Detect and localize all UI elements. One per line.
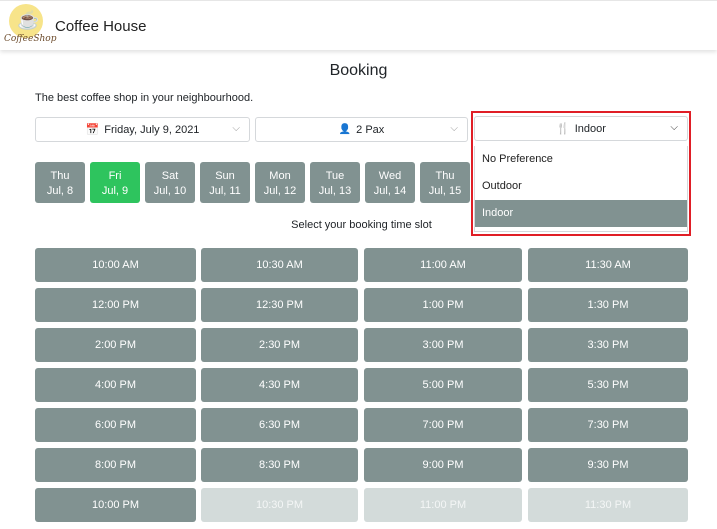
day-button[interactable]: Fri Jul, 9 [90,162,140,203]
time-slot-button[interactable]: 7:00 PM [364,408,522,442]
day-button[interactable]: Tue Jul, 13 [310,162,360,203]
time-slot-button[interactable]: 6:30 PM [201,408,358,442]
chevron-down-icon: ⌵ [450,123,458,134]
time-slot-button[interactable]: 12:30 PM [201,288,358,322]
pax-select[interactable]: 👤 2 Pax ⌵ [255,117,468,142]
coffee-shop-logo[interactable]: ☕ CoffeeShop [4,4,56,48]
day-date: Jul, 14 [373,185,407,197]
highlight-box [471,111,691,236]
day-name: Fri [108,170,122,182]
day-button[interactable]: Thu Jul, 8 [35,162,85,203]
pax-value: 2 Pax [356,123,385,136]
day-button[interactable]: Mon Jul, 12 [255,162,305,203]
timeslot-prompt: Select your booking time slot [291,219,432,231]
day-date: Jul, 10 [153,185,187,197]
day-name: Wed [378,170,402,182]
time-slot-button[interactable]: 10:00 AM [35,248,196,282]
brand-name[interactable]: Coffee House [55,18,146,35]
time-slot-button[interactable]: 3:30 PM [528,328,688,362]
date-select[interactable]: 📅 Friday, July 9, 2021 ⌵ [35,117,250,142]
page-title: Booking [329,62,388,79]
time-slot-button[interactable]: 6:00 PM [35,408,196,442]
time-slot-button[interactable]: 2:00 PM [35,328,196,362]
time-slot-button[interactable]: 10:30 AM [201,248,358,282]
time-slot-button[interactable]: 4:00 PM [35,368,196,402]
time-slot-button[interactable]: 11:30 AM [528,248,688,282]
day-date: Jul, 12 [263,185,297,197]
day-name: Thu [435,170,455,182]
day-date: Jul, 13 [318,185,352,197]
day-button[interactable]: Wed Jul, 14 [365,162,415,203]
day-name: Sat [161,170,179,182]
user-icon: 👤 [338,124,352,135]
time-slot-button[interactable]: 8:00 PM [35,448,196,482]
day-date: Jul, 15 [428,185,462,197]
tagline: The best coffee shop in your neighbourho… [35,92,254,104]
calendar-icon: 📅 [85,124,100,136]
time-slot-button: 11:30 PM [528,488,688,522]
time-slot-button[interactable]: 10:00 PM [35,488,196,522]
logo-text: CoffeeShop [4,34,57,44]
time-slot-button[interactable]: 11:00 AM [364,248,522,282]
day-name: Mon [269,170,291,182]
day-name: Sun [215,170,235,182]
time-slot-button[interactable]: 4:30 PM [201,368,358,402]
day-date: Jul, 8 [46,185,74,197]
day-button[interactable]: Sat Jul, 10 [145,162,195,203]
time-slot-button[interactable]: 1:00 PM [364,288,522,322]
day-name: Tue [325,170,345,182]
day-date: Jul, 9 [101,185,129,197]
day-name: Thu [50,170,70,182]
coffee-cup-icon: ☕ [17,10,40,30]
time-slot-button: 10:30 PM [201,488,358,522]
date-value: Friday, July 9, 2021 [104,123,200,136]
app-header: ☕ CoffeeShop Coffee House [0,0,717,50]
time-slot-button[interactable]: 5:30 PM [528,368,688,402]
time-slot-button[interactable]: 12:00 PM [35,288,196,322]
time-slot-button[interactable]: 1:30 PM [528,288,688,322]
day-date: Jul, 11 [209,185,241,197]
time-slot-button[interactable]: 9:30 PM [528,448,688,482]
time-slot-button[interactable]: 5:00 PM [364,368,522,402]
time-slot-button: 11:00 PM [364,488,522,522]
chevron-down-icon: ⌵ [232,123,240,134]
day-button[interactable]: Sun Jul, 11 [200,162,250,203]
time-slot-button[interactable]: 7:30 PM [528,408,688,442]
time-slot-button[interactable]: 9:00 PM [364,448,522,482]
time-slot-button[interactable]: 8:30 PM [201,448,358,482]
time-slot-button[interactable]: 2:30 PM [201,328,358,362]
day-button[interactable]: Thu Jul, 15 [420,162,470,203]
time-slot-button[interactable]: 3:00 PM [364,328,522,362]
